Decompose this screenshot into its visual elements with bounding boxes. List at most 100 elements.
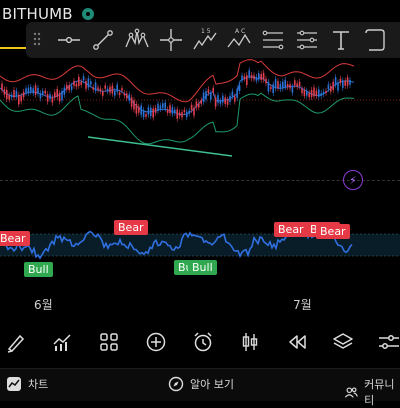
candle-body bbox=[202, 92, 205, 103]
candle-body bbox=[164, 102, 166, 109]
lightning-icon[interactable]: ⚡ bbox=[343, 170, 363, 190]
elliott-wave-icon[interactable]: 1 5 bbox=[188, 22, 222, 58]
candle-body bbox=[200, 99, 202, 104]
trend-line-icon[interactable] bbox=[86, 22, 120, 58]
candle-body bbox=[289, 84, 291, 89]
tab-explore[interactable]: 알아 보기 bbox=[168, 376, 234, 392]
candle-body bbox=[18, 94, 20, 105]
candle-body bbox=[320, 93, 322, 96]
text-tool-icon[interactable] bbox=[324, 22, 358, 58]
candle-body bbox=[92, 87, 94, 90]
candle-body bbox=[190, 104, 193, 110]
candle-body bbox=[22, 91, 25, 98]
candle-body bbox=[236, 88, 238, 98]
candle-body bbox=[80, 81, 82, 85]
drag-handle-icon[interactable] bbox=[28, 22, 46, 58]
candle-body bbox=[140, 105, 142, 115]
bull-signal-badge: Bull bbox=[24, 262, 53, 277]
candle-body bbox=[183, 110, 186, 113]
replay-icon[interactable] bbox=[283, 328, 311, 356]
candle-body bbox=[294, 80, 296, 86]
divergence-trend-line[interactable] bbox=[87, 136, 233, 157]
more-tools-icon[interactable] bbox=[358, 22, 392, 58]
candle-body bbox=[34, 85, 37, 95]
price-chart[interactable] bbox=[0, 58, 400, 198]
candle-body bbox=[142, 110, 145, 118]
candle-body bbox=[344, 80, 346, 86]
candle-body bbox=[255, 76, 258, 81]
candle-body bbox=[30, 86, 32, 92]
candle-body bbox=[258, 73, 260, 80]
candle-body bbox=[286, 84, 289, 88]
chart-type-icon[interactable] bbox=[236, 328, 264, 356]
candle-body bbox=[90, 81, 92, 85]
candle-body bbox=[306, 90, 308, 96]
candle-body bbox=[135, 104, 138, 114]
settings-sliders-icon[interactable] bbox=[374, 328, 400, 356]
candle-body bbox=[32, 88, 34, 94]
candle-body bbox=[246, 75, 248, 86]
layers-icon[interactable] bbox=[329, 328, 357, 356]
bottom-toolbar bbox=[0, 322, 400, 362]
candle-body bbox=[6, 89, 8, 99]
candle-body bbox=[207, 89, 210, 94]
live-status-icon bbox=[82, 8, 94, 20]
abcd-pattern-icon[interactable]: A C bbox=[222, 22, 256, 58]
candle-body bbox=[342, 80, 344, 88]
upper-band-line bbox=[0, 59, 355, 103]
candle-body bbox=[210, 93, 212, 100]
candle-body bbox=[181, 112, 183, 118]
fib-retracement-icon[interactable] bbox=[256, 22, 290, 58]
candle-body bbox=[226, 99, 229, 105]
pattern-icon[interactable] bbox=[120, 22, 154, 58]
exchange-name[interactable]: BITHUMB bbox=[2, 5, 73, 23]
candle-body bbox=[313, 87, 315, 97]
candle-body bbox=[195, 101, 198, 108]
crosshair-icon[interactable] bbox=[154, 22, 188, 58]
candle-body bbox=[75, 83, 78, 87]
candle-body bbox=[330, 86, 332, 92]
draw-icon[interactable] bbox=[2, 328, 30, 356]
candle-body bbox=[222, 95, 224, 103]
candle-body bbox=[138, 106, 140, 113]
candle-body bbox=[332, 81, 334, 91]
candle-body bbox=[272, 84, 274, 94]
candle-body bbox=[27, 87, 30, 94]
candle-body bbox=[241, 75, 243, 81]
candle-body bbox=[214, 97, 217, 107]
tab-chart[interactable]: 차트 bbox=[6, 376, 48, 392]
tab-label: 커뮤니티 bbox=[364, 378, 395, 407]
layout-grid-icon[interactable] bbox=[95, 328, 123, 356]
candle-body bbox=[51, 97, 54, 103]
candle-body bbox=[102, 91, 104, 96]
tab-community[interactable]: 커뮤니티 bbox=[344, 376, 400, 408]
candle-body bbox=[318, 89, 320, 97]
candle-body bbox=[133, 100, 135, 110]
candle-body bbox=[97, 87, 99, 90]
candle-body bbox=[349, 80, 351, 85]
candle-body bbox=[265, 78, 267, 84]
candle-body bbox=[54, 92, 56, 98]
oscillator-chart[interactable] bbox=[0, 208, 400, 288]
candle-body bbox=[296, 83, 298, 87]
alarm-icon[interactable] bbox=[189, 328, 217, 356]
candle-body bbox=[298, 81, 301, 87]
candle-body bbox=[87, 78, 90, 88]
candle-body bbox=[162, 103, 164, 108]
candle-body bbox=[154, 107, 157, 113]
candle-body bbox=[231, 91, 234, 97]
candle-body bbox=[212, 87, 214, 93]
horizontal-ray-icon[interactable] bbox=[52, 22, 86, 58]
add-icon[interactable] bbox=[142, 328, 170, 356]
indicators-icon[interactable] bbox=[48, 328, 76, 356]
candle-body bbox=[234, 96, 236, 102]
bear-signal-badge: Bear bbox=[114, 220, 148, 235]
parallel-channel-icon[interactable] bbox=[290, 22, 324, 58]
time-axis-label: 7월 bbox=[293, 298, 312, 312]
candle-body bbox=[217, 95, 219, 103]
candle-body bbox=[1, 83, 3, 91]
candle-body bbox=[42, 91, 44, 95]
candle-body bbox=[152, 108, 154, 118]
candle-body bbox=[49, 94, 51, 99]
candle-body bbox=[68, 85, 70, 91]
